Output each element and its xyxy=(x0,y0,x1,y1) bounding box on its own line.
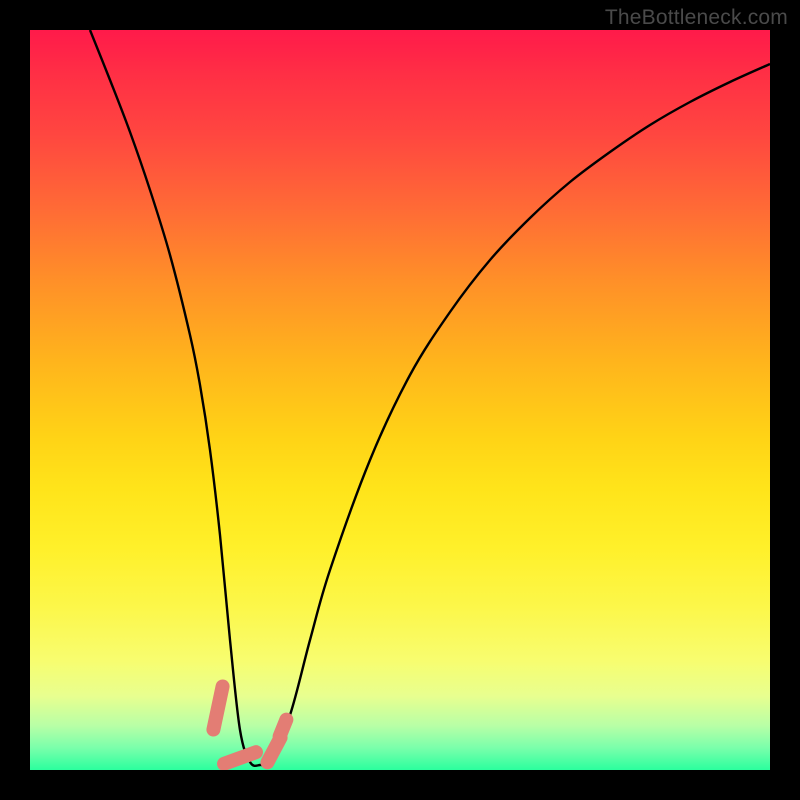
bottleneck-curve xyxy=(90,30,770,766)
plot-area xyxy=(30,30,770,770)
chart-frame: TheBottleneck.com xyxy=(0,0,800,800)
curve-layer xyxy=(30,30,770,770)
watermark-text: TheBottleneck.com xyxy=(605,6,788,30)
curve-markers xyxy=(213,686,286,763)
marker-right-upper xyxy=(280,720,287,737)
marker-left-upper xyxy=(213,686,222,729)
